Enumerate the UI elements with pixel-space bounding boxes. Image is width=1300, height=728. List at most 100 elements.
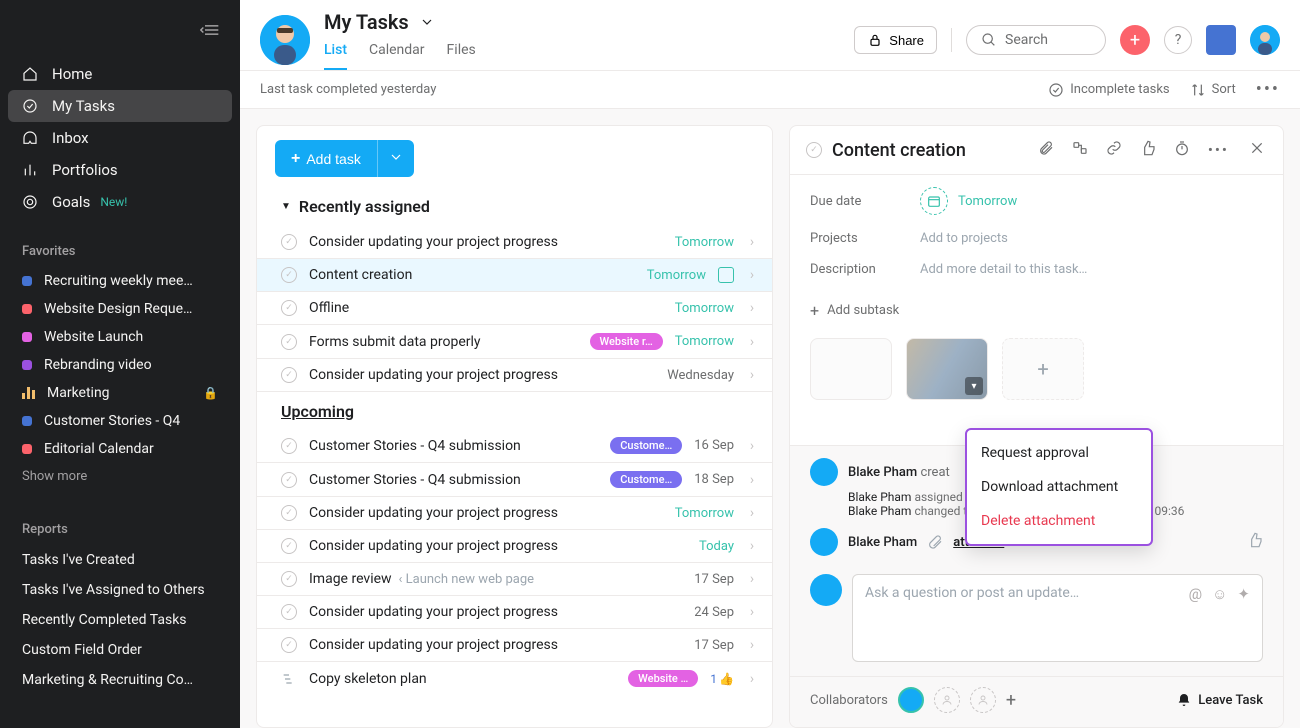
tab-list[interactable]: List xyxy=(324,42,347,70)
complete-checkbox[interactable] xyxy=(281,604,297,620)
report-item[interactable]: Marketing & Recruiting Co… xyxy=(0,665,240,695)
global-add-button[interactable]: + xyxy=(1120,25,1150,55)
menu-request-approval[interactable]: Request approval xyxy=(967,436,1151,470)
like-icon[interactable] xyxy=(1247,532,1263,552)
add-subtask-button[interactable]: + Add subtask xyxy=(810,285,1263,334)
add-task-button[interactable]: + Add task xyxy=(275,140,377,177)
subtask-icon[interactable] xyxy=(1072,140,1088,160)
nav-portfolios[interactable]: Portfolios xyxy=(0,154,240,186)
task-row[interactable]: Image review ‹ Launch new web page 17 Se… xyxy=(257,563,772,596)
sort-button[interactable]: Sort xyxy=(1190,82,1236,98)
attachment-thumb[interactable]: ▾ xyxy=(906,338,988,400)
detail-title[interactable]: Content creation xyxy=(832,140,1028,161)
profile-avatar[interactable] xyxy=(1250,25,1280,55)
favorite-item[interactable]: Rebranding video xyxy=(0,351,240,379)
collaborator-placeholder[interactable] xyxy=(970,687,996,713)
comment-input[interactable]: Ask a question or post an update… @ ☺ ✦ xyxy=(852,574,1263,662)
complete-checkbox[interactable] xyxy=(281,267,297,283)
add-task-dropdown[interactable] xyxy=(377,140,414,177)
project-pill[interactable]: Custome… xyxy=(610,471,682,488)
timer-icon[interactable] xyxy=(1174,140,1190,160)
tab-files[interactable]: Files xyxy=(447,42,476,70)
attachment-menu-button[interactable]: ▾ xyxy=(965,377,983,395)
nav-my-tasks[interactable]: My Tasks xyxy=(8,90,232,122)
like-icon[interactable] xyxy=(1140,140,1156,160)
complete-checkbox[interactable] xyxy=(281,505,297,521)
task-row[interactable]: Content creation Tomorrow › xyxy=(257,259,772,292)
project-pill[interactable]: Website … xyxy=(628,670,698,687)
collaborator-placeholder[interactable] xyxy=(934,687,960,713)
chevron-right-icon: › xyxy=(746,334,758,350)
report-item[interactable]: Custom Field Order xyxy=(0,635,240,665)
help-button[interactable]: ? xyxy=(1164,26,1192,54)
field-description: Description Add more detail to this task… xyxy=(810,254,1263,285)
favorite-item[interactable]: Recruiting weekly mee… xyxy=(0,267,240,295)
close-button[interactable] xyxy=(1247,138,1267,162)
task-row[interactable]: Consider updating your project progress … xyxy=(257,497,772,530)
complete-checkbox[interactable] xyxy=(281,637,297,653)
menu-delete-attachment[interactable]: Delete attachment xyxy=(967,504,1151,538)
task-row[interactable]: Customer Stories - Q4 submission Custome… xyxy=(257,463,772,497)
star-icon[interactable]: ✦ xyxy=(1237,585,1250,651)
likes-count[interactable]: 1 👍 xyxy=(710,672,734,686)
favorite-item[interactable]: Customer Stories - Q4 xyxy=(0,407,240,435)
complete-checkbox[interactable] xyxy=(806,142,822,158)
filter-incomplete[interactable]: Incomplete tasks xyxy=(1048,82,1169,98)
favorite-item[interactable]: Website Design Reque… xyxy=(0,295,240,323)
nav-inbox[interactable]: Inbox xyxy=(0,122,240,154)
complete-checkbox[interactable] xyxy=(281,234,297,250)
chevron-right-icon: › xyxy=(746,438,758,454)
attachment-thumb[interactable] xyxy=(810,338,892,400)
task-row[interactable]: Offline Tomorrow › xyxy=(257,292,772,325)
project-pill[interactable]: Custome… xyxy=(610,437,682,454)
collaborator-avatar[interactable] xyxy=(898,687,924,713)
complete-checkbox[interactable] xyxy=(281,300,297,316)
favorite-item[interactable]: Editorial Calendar xyxy=(0,435,240,463)
emoji-icon[interactable]: ☺ xyxy=(1212,585,1227,651)
chevron-down-icon[interactable] xyxy=(419,14,435,30)
task-row[interactable]: Consider updating your project progress … xyxy=(257,359,772,392)
menu-download-attachment[interactable]: Download attachment xyxy=(967,470,1151,504)
org-switcher[interactable] xyxy=(1206,25,1236,55)
link-icon[interactable] xyxy=(1106,140,1122,160)
complete-checkbox[interactable] xyxy=(281,438,297,454)
tab-calendar[interactable]: Calendar xyxy=(369,42,425,70)
nav-home[interactable]: Home xyxy=(0,58,240,90)
task-row[interactable]: Forms submit data properly Website r… To… xyxy=(257,325,772,359)
section-recently-assigned[interactable]: ▼ Recently assigned xyxy=(257,191,772,226)
task-row[interactable]: Copy skeleton plan Website … 1 👍 › xyxy=(257,662,772,695)
user-avatar[interactable] xyxy=(260,15,310,65)
search-input[interactable]: Search xyxy=(966,25,1106,55)
mention-icon[interactable]: @ xyxy=(1189,585,1202,651)
more-menu-button[interactable]: ••• xyxy=(1256,79,1280,100)
projects-placeholder[interactable]: Add to projects xyxy=(920,231,1008,246)
task-row[interactable]: Consider updating your project progress … xyxy=(257,596,772,629)
add-collaborator-button[interactable]: + xyxy=(1006,690,1016,711)
section-upcoming[interactable]: Upcoming xyxy=(257,392,772,429)
task-row[interactable]: Consider updating your project progress … xyxy=(257,629,772,662)
task-row[interactable]: Customer Stories - Q4 submission Custome… xyxy=(257,429,772,463)
complete-checkbox[interactable] xyxy=(281,538,297,554)
report-item[interactable]: Recently Completed Tasks xyxy=(0,605,240,635)
complete-checkbox[interactable] xyxy=(281,334,297,350)
complete-checkbox[interactable] xyxy=(281,367,297,383)
task-row[interactable]: Consider updating your project progress … xyxy=(257,226,772,259)
favorite-item[interactable]: Website Launch xyxy=(0,323,240,351)
show-more-button[interactable]: Show more xyxy=(0,463,240,490)
description-placeholder[interactable]: Add more detail to this task… xyxy=(920,262,1087,277)
sidebar-collapse-button[interactable] xyxy=(0,10,240,58)
leave-task-button[interactable]: Leave Task xyxy=(1176,692,1263,708)
more-icon[interactable]: ••• xyxy=(1208,141,1229,159)
task-row[interactable]: Consider updating your project progress … xyxy=(257,530,772,563)
due-date-value[interactable]: Tomorrow xyxy=(920,187,1017,215)
complete-checkbox[interactable] xyxy=(281,472,297,488)
share-button[interactable]: Share xyxy=(854,26,937,54)
nav-goals[interactable]: Goals New! xyxy=(0,186,240,218)
add-attachment-button[interactable]: + xyxy=(1002,338,1084,400)
complete-checkbox[interactable] xyxy=(281,571,297,587)
favorite-item[interactable]: Marketing🔒 xyxy=(0,379,240,407)
report-item[interactable]: Tasks I've Assigned to Others xyxy=(0,575,240,605)
report-item[interactable]: Tasks I've Created xyxy=(0,545,240,575)
attachment-icon[interactable] xyxy=(1038,140,1054,160)
project-pill[interactable]: Website r… xyxy=(590,333,663,350)
